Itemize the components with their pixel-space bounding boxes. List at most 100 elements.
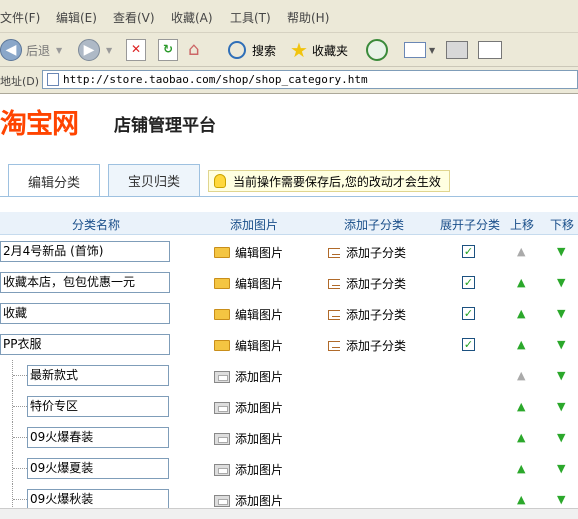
category-name-input[interactable]: 收藏 <box>0 303 170 324</box>
chevron-down-icon[interactable]: ▼ <box>429 46 435 55</box>
move-up-icon[interactable]: ▲ <box>517 277 525 288</box>
col-add-image: 添加图片 <box>230 218 279 232</box>
folder-icon <box>214 340 230 351</box>
tabs-divider <box>0 196 578 197</box>
menu-help[interactable]: 帮助(H) <box>287 9 329 26</box>
move-down-icon[interactable]: ▼ <box>557 401 565 412</box>
expand-checkbox[interactable]: ✓ <box>462 307 475 320</box>
browser-toolbar: ◀ 后退 ▼ ▶ ▼ ✕ ↻ ⌂ 搜索 ★ 收藏夹 ▼ <box>0 33 578 67</box>
move-down-icon[interactable]: ▼ <box>557 370 565 381</box>
table-header: 分类名称 添加图片 添加子分类 展开子分类 上移 下移 <box>0 212 578 235</box>
mail-icon <box>404 42 426 58</box>
add-subcategory-link[interactable]: 添加子分类 <box>328 337 406 354</box>
image-icon <box>214 432 230 445</box>
add-subcategory-link[interactable]: 添加子分类 <box>328 275 406 292</box>
add-image-link[interactable]: 添加图片 <box>214 461 283 478</box>
page-icon <box>47 73 59 86</box>
folder-icon <box>214 309 230 320</box>
tree-connector <box>12 360 27 391</box>
subcategory-icon <box>328 340 340 351</box>
edit-image-link[interactable]: 编辑图片 <box>214 244 283 261</box>
subcategory-name-input[interactable]: 特价专区 <box>27 396 169 417</box>
col-expand-subcategory: 展开子分类 <box>440 218 501 232</box>
menu-tools[interactable]: 工具(T) <box>230 9 271 26</box>
address-bar: 地址(D) http://store.taobao.com/shop/shop_… <box>0 67 578 94</box>
add-image-link[interactable]: 添加图片 <box>214 430 283 447</box>
menu-edit[interactable]: 编辑(E) <box>56 9 97 26</box>
add-image-link[interactable]: 添加图片 <box>214 399 283 416</box>
chevron-down-icon[interactable]: ▼ <box>106 46 112 55</box>
move-up-icon[interactable]: ▲ <box>517 463 525 474</box>
edit-image-link[interactable]: 编辑图片 <box>214 337 283 354</box>
favorites-button[interactable]: ★ 收藏夹 <box>290 37 348 63</box>
add-image-link[interactable]: 添加图片 <box>214 368 283 385</box>
expand-checkbox[interactable]: ✓ <box>462 245 475 258</box>
table-row: 收藏本店，包包优惠一元 编辑图片 添加子分类 ✓ ▲ ▼ <box>0 267 578 298</box>
home-button[interactable]: ⌂ <box>188 37 208 63</box>
tree-connector <box>12 453 27 484</box>
edit-image-link[interactable]: 编辑图片 <box>214 275 283 292</box>
expand-checkbox[interactable]: ✓ <box>462 338 475 351</box>
category-name-input[interactable]: 2月4号新品 (首饰) <box>0 241 170 262</box>
refresh-icon: ↻ <box>158 39 178 61</box>
forward-button[interactable]: ▶ ▼ <box>78 37 112 63</box>
chevron-down-icon[interactable]: ▼ <box>56 46 62 55</box>
col-category-name: 分类名称 <box>72 218 121 232</box>
subcategory-name-input[interactable]: 最新款式 <box>27 365 169 386</box>
expand-checkbox[interactable]: ✓ <box>462 276 475 289</box>
subcategory-name-input[interactable]: 09火爆春装 <box>27 427 169 448</box>
menu-view[interactable]: 查看(V) <box>113 9 155 26</box>
search-icon <box>228 41 246 59</box>
col-move-down: 下移 <box>550 218 575 232</box>
move-down-icon[interactable]: ▼ <box>557 494 565 505</box>
move-up-icon[interactable]: ▲ <box>517 432 525 443</box>
image-icon <box>214 463 230 476</box>
search-button[interactable]: 搜索 <box>228 37 276 63</box>
move-down-icon[interactable]: ▼ <box>557 277 565 288</box>
col-add-subcategory: 添加子分类 <box>344 218 405 232</box>
edit-page-button[interactable] <box>478 37 502 63</box>
subcategory-name-input[interactable]: 09火爆夏装 <box>27 458 169 479</box>
category-name-input[interactable]: 收藏本店，包包优惠一元 <box>0 272 170 293</box>
move-down-icon[interactable]: ▼ <box>557 339 565 350</box>
mail-button[interactable]: ▼ <box>404 37 435 63</box>
history-button[interactable] <box>366 37 388 63</box>
move-up-icon[interactable]: ▲ <box>517 339 525 350</box>
address-input[interactable]: http://store.taobao.com/shop/shop_catego… <box>42 70 578 89</box>
folder-icon <box>214 278 230 289</box>
tab-edit-category[interactable]: 编辑分类 <box>8 164 100 197</box>
refresh-button[interactable]: ↻ <box>158 37 178 63</box>
taobao-logo[interactable]: 淘宝网 <box>0 102 79 141</box>
move-up-icon[interactable]: ▲ <box>517 401 525 412</box>
save-notice: 当前操作需要保存后,您的改动才会生效 <box>208 170 450 192</box>
folder-icon <box>214 247 230 258</box>
move-up-icon[interactable]: ▲ <box>517 308 525 319</box>
edit-image-link[interactable]: 编辑图片 <box>214 306 283 323</box>
stop-button[interactable]: ✕ <box>126 37 146 63</box>
category-name-input[interactable]: PP衣服 <box>0 334 170 355</box>
image-icon <box>214 401 230 414</box>
subcategory-name-input[interactable]: 09火爆秋装 <box>27 489 169 510</box>
add-subcategory-link[interactable]: 添加子分类 <box>328 244 406 261</box>
history-icon <box>366 39 388 61</box>
move-up-icon[interactable]: ▲ <box>517 494 525 505</box>
add-subcategory-link[interactable]: 添加子分类 <box>328 306 406 323</box>
table-row: 最新款式 添加图片 ▲ ▼ <box>0 360 578 391</box>
menu-bar: 文件(F) 编辑(E) 查看(V) 收藏(A) 工具(T) 帮助(H) <box>0 0 578 33</box>
menu-favorites[interactable]: 收藏(A) <box>171 9 213 26</box>
add-image-link[interactable]: 添加图片 <box>214 492 283 509</box>
lightbulb-icon <box>214 174 226 188</box>
back-button[interactable]: ◀ 后退 ▼ <box>0 37 62 63</box>
move-down-icon[interactable]: ▼ <box>557 308 565 319</box>
table-row: 09火爆春装 添加图片 ▲ ▼ <box>0 422 578 453</box>
menu-file[interactable]: 文件(F) <box>0 9 40 26</box>
horizontal-scrollbar[interactable] <box>0 508 578 519</box>
tab-assign-items[interactable]: 宝贝归类 <box>108 164 200 196</box>
edit-page-icon <box>478 41 502 59</box>
move-down-icon[interactable]: ▼ <box>557 246 565 257</box>
print-button[interactable] <box>446 37 468 63</box>
table-row: 收藏 编辑图片 添加子分类 ✓ ▲ ▼ <box>0 298 578 329</box>
tree-connector <box>12 422 27 453</box>
move-down-icon[interactable]: ▼ <box>557 432 565 443</box>
move-down-icon[interactable]: ▼ <box>557 463 565 474</box>
